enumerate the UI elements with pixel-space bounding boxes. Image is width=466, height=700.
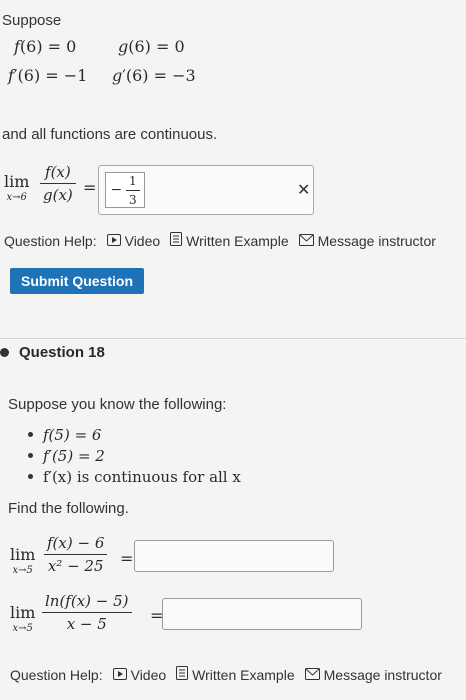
video-icon [106,233,121,249]
continuous-text: and all functions are continuous. [2,126,218,143]
given-row-1-right: g(6) = 0 [118,37,185,56]
list-item: f(5) = 6 [28,424,241,445]
answer-input-2[interactable] [162,598,362,630]
question-title: Question 18 [19,344,105,361]
limit-fraction: f(x) g(x) [40,163,76,204]
given-g6: (6) = 0 [128,37,185,56]
close-icon[interactable]: ✕ [297,180,310,200]
limit-equals: = [83,178,97,197]
given-gprime6: ′(6) = −3 [122,66,196,85]
limit-label: lim x→6 [4,172,30,203]
written-example-link[interactable]: Written Example [170,232,289,249]
written-example-link[interactable]: Written Example [176,666,295,683]
video-link[interactable]: Video [106,233,160,249]
document-icon [170,232,183,249]
answer-value[interactable]: − 1 3 [105,172,145,208]
question-help-row: Question Help: Video Written Example Mes… [4,232,436,249]
suppose-label: Suppose [2,12,62,29]
envelope-icon [304,667,320,683]
list-item: f′(x) is continuous for all x [28,466,241,487]
message-instructor-link[interactable]: Message instructor [298,233,436,249]
given-row-2-right: g′(6) = −3 [112,66,196,85]
message-instructor-link[interactable]: Message instructor [304,667,442,683]
given-row-2: f′(6) = −1 [8,66,88,85]
lim2-label: lim x→5 [10,603,36,634]
question-help-row: Question Help: Video Written Example Mes… [10,666,442,683]
lim2-fraction: ln(f(x) − 5) x − 5 [42,592,132,633]
lim1-label: lim x→5 [10,545,36,576]
facts-list: f(5) = 6 f′(5) = 2 f′(x) is continuous f… [28,424,241,487]
question-header: Question 18 [0,344,105,361]
submit-question-button[interactable]: Submit Question [10,268,144,294]
answer-box-filled[interactable]: − 1 3 ✕ [98,165,314,215]
given-row-1: f(6) = 0 [14,37,77,56]
divider [0,338,466,339]
answer-input-1[interactable] [134,540,334,572]
question-marker-icon [0,348,9,357]
q18-intro: Suppose you know the following: [8,396,227,413]
envelope-icon [298,233,314,249]
video-icon [112,667,127,683]
lim1-fraction: f(x) − 6 x² − 25 [44,534,108,575]
list-item: f′(5) = 2 [28,445,241,466]
lim1-equals: = [120,549,134,568]
video-link[interactable]: Video [112,667,166,683]
document-icon [176,666,189,683]
given-f6: (6) = 0 [19,37,77,56]
given-fprime6: ′(6) = −1 [13,66,88,85]
find-text: Find the following. [8,500,129,517]
